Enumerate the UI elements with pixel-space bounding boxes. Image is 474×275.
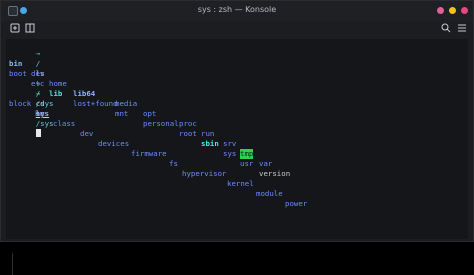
dir-entry: var (259, 159, 273, 168)
hamburger-menu-icon[interactable] (457, 23, 467, 33)
konsole-window: sys : zsh — Konsole → / ls bin dev home … (0, 0, 474, 275)
dir-entry: sys (223, 149, 237, 158)
dir-entry: run (201, 129, 215, 138)
dir-entry: personal (143, 119, 179, 128)
new-tab-icon[interactable] (10, 23, 20, 33)
split-view-icon[interactable] (25, 23, 35, 33)
dir-entry: mnt (115, 109, 129, 118)
terminal-prompt-line[interactable]: → /sys (9, 99, 58, 137)
minimize-button[interactable] (437, 7, 444, 14)
maximize-button[interactable] (449, 7, 456, 14)
ls-output-row: bin dev home lib64 media opt proc run sr… (9, 49, 465, 168)
dir-entry: power (285, 199, 308, 208)
ls-output-row: boot etc lib lost+found mnt personal roo… (9, 59, 465, 178)
dir-entry: kernel (227, 179, 254, 188)
ls-output-row: block bus class dev devices firmware fs … (9, 89, 465, 208)
terminal-view[interactable]: → / ls bin dev home lib64 media opt proc… (6, 39, 468, 275)
dir-entry: hypervisor (182, 169, 227, 178)
dir-entry: opt (143, 109, 157, 118)
file-entry: version (259, 169, 291, 178)
dir-entry: fs (169, 159, 178, 168)
dir-entry: root (179, 129, 197, 138)
tmp-dir-entry: tmp (240, 149, 254, 159)
close-button[interactable] (461, 7, 468, 14)
symlink-entry: sbin (201, 139, 219, 148)
dir-entry: module (256, 189, 283, 198)
dir-entry: media (115, 99, 138, 108)
prompt-cwd: /sys (35, 119, 54, 128)
dir-entry: usr (240, 159, 254, 168)
terminal-prompt-line: → / ls (9, 39, 49, 78)
title-bar[interactable]: sys : zsh — Konsole (1, 1, 473, 21)
terminal-prompt-line: → /sys ls (9, 79, 58, 118)
dir-entry: firmware (131, 149, 167, 158)
dir-entry: proc (179, 119, 197, 128)
dir-entry: lost+found (73, 99, 118, 108)
dir-entry: dev (80, 129, 94, 138)
search-icon[interactable] (441, 23, 451, 33)
text-cursor (35, 129, 41, 137)
dir-entry: devices (98, 139, 130, 148)
terminal-prompt-line: → / cd sys (9, 69, 49, 118)
toolbar (1, 21, 473, 37)
dir-entry: srv (223, 139, 237, 148)
scroll-indicator[interactable] (12, 253, 13, 275)
prompt-arrow: → (35, 109, 41, 118)
window-title: sys : zsh — Konsole (197, 5, 277, 14)
